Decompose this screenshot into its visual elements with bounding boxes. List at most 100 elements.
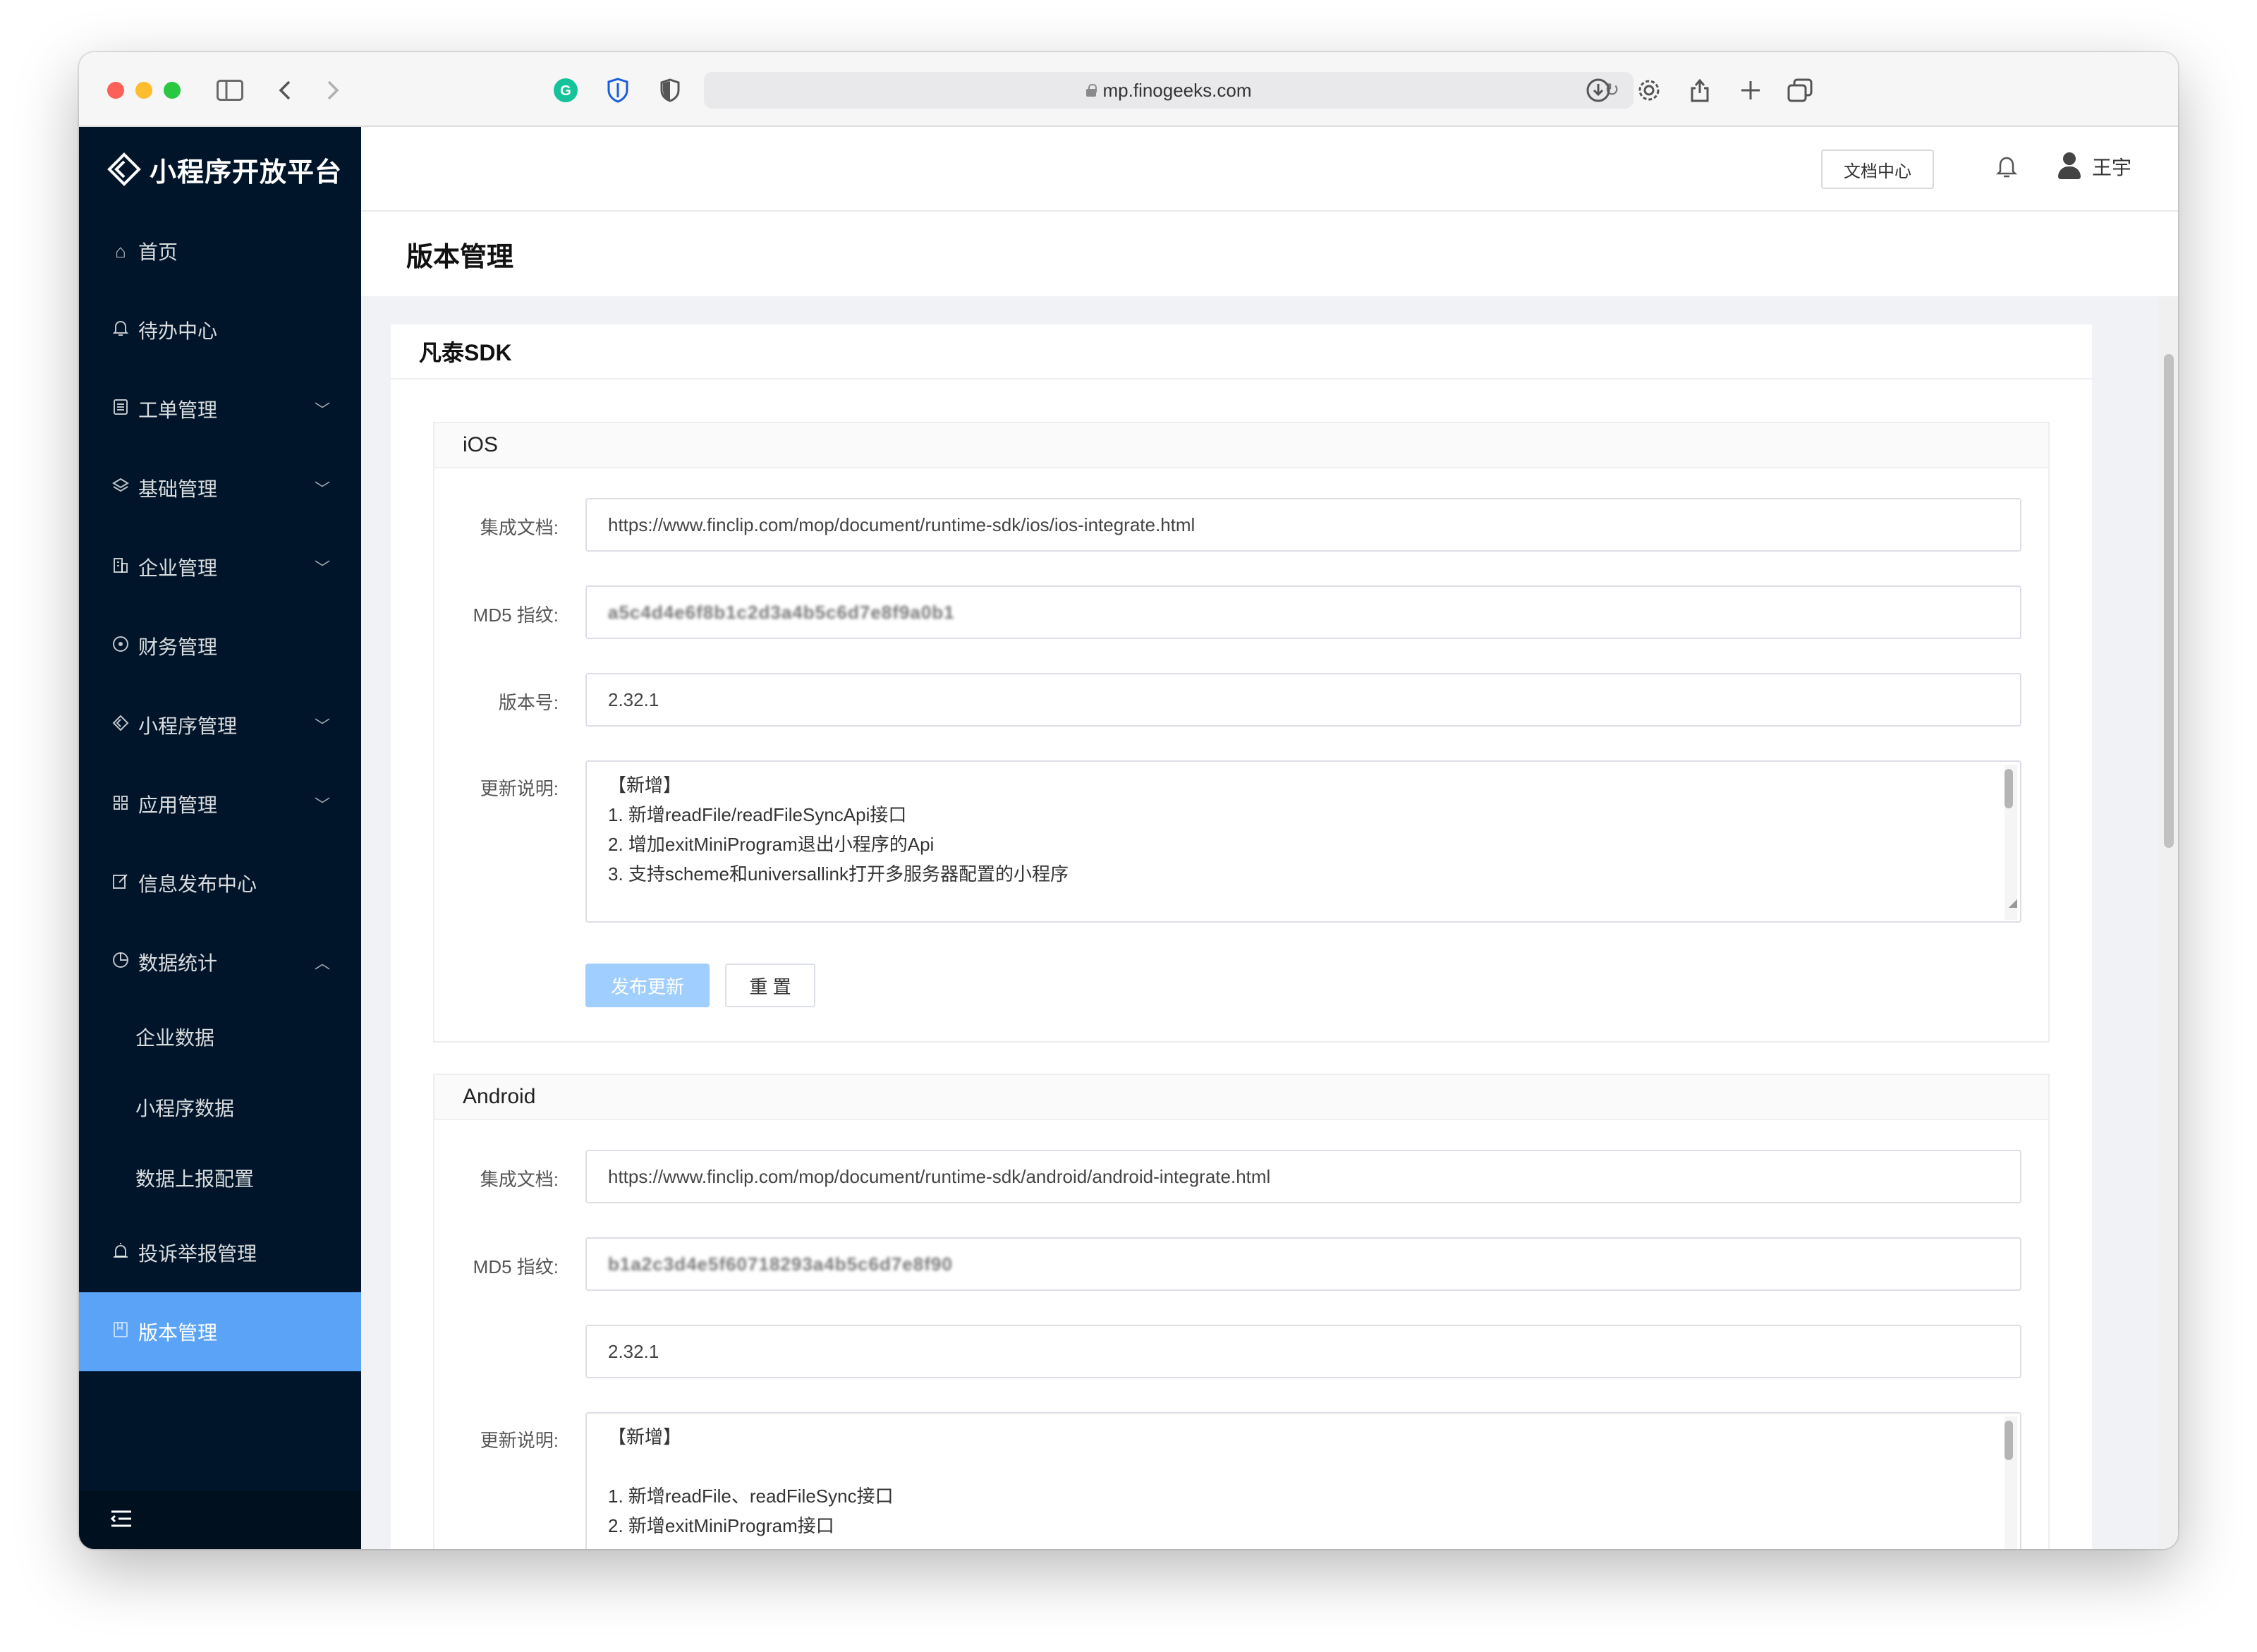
privacy-shield-icon[interactable]: [656, 76, 684, 104]
sidebar-item-miniprogram[interactable]: 小程序管理 ﹀: [79, 686, 361, 765]
sidebar-item-home[interactable]: ⌂ 首页: [79, 212, 361, 291]
sidebar-item-complaints[interactable]: 投诉举报管理: [79, 1213, 361, 1292]
back-icon[interactable]: [271, 76, 299, 104]
app-title: 小程序开放平台: [150, 157, 343, 188]
sidebar-item-label: 小程序管理: [138, 715, 238, 737]
ios-panel: iOS 集成文档: https://www.finclip.com/mop/do…: [433, 422, 2050, 1043]
sidebar-item-versions[interactable]: 版本管理: [79, 1292, 361, 1371]
page-title-bar: 版本管理: [361, 212, 2178, 296]
clipboard-icon: [110, 399, 131, 420]
ios-notes-textarea[interactable]: 【新增】 1. 新增readFile/readFileSyncApi接口 2. …: [585, 760, 2021, 923]
sidebar-item-label: 信息发布中心: [138, 873, 257, 895]
main-content: 凡泰SDK iOS 集成文档: https://www.finclip.com/…: [361, 296, 2178, 1549]
diamond-icon: [110, 715, 131, 736]
android-version-value: 2.32.1: [608, 1340, 659, 1362]
sidebar-item-label: 企业管理: [138, 557, 218, 579]
page-scrollbar-thumb[interactable]: [2164, 354, 2174, 848]
tab-overview-icon[interactable]: [1786, 76, 1814, 104]
download-icon[interactable]: [1584, 76, 1612, 104]
grammarly-icon[interactable]: G: [552, 76, 580, 104]
minimize-window-button[interactable]: [135, 82, 152, 99]
chevron-down-icon: ﹀: [314, 559, 330, 577]
sidebar-subitem-report-config[interactable]: 数据上报配置: [79, 1143, 361, 1213]
lock-icon: [1085, 84, 1097, 97]
android-notes-textarea[interactable]: 【新增】 1. 新增readFile、readFileSync接口 2. 新增e…: [585, 1412, 2021, 1549]
ios-version-value: 2.32.1: [608, 688, 659, 710]
ios-version-input[interactable]: 2.32.1: [585, 673, 2021, 727]
sidebar-item-tickets[interactable]: 工单管理 ﹀: [79, 370, 361, 449]
notes-line: 【新增】: [608, 775, 682, 796]
alarm-icon: [110, 1242, 131, 1264]
sidebar-item-label: 应用管理: [138, 794, 218, 816]
close-window-button[interactable]: [107, 82, 124, 99]
sidebar-item-label: 版本管理: [138, 1322, 218, 1344]
app-logo[interactable]: 小程序开放平台: [79, 127, 361, 212]
sidebar-item-statistics[interactable]: 数据统计 ︿: [79, 923, 361, 1002]
md5-label: MD5 指纹:: [473, 605, 559, 626]
zoom-window-button[interactable]: [164, 82, 181, 99]
sidebar-item-enterprise[interactable]: 企业管理 ﹀: [79, 528, 361, 607]
address-bar[interactable]: mp.finogeeks.com ↻: [704, 72, 1634, 109]
coin-icon: [110, 636, 131, 657]
sidebar-item-basic[interactable]: 基础管理 ﹀: [79, 449, 361, 528]
collapse-sidebar-button[interactable]: [79, 1491, 361, 1549]
notes-label: 更新说明:: [480, 1430, 559, 1451]
sidebar-item-apps[interactable]: 应用管理 ﹀: [79, 765, 361, 844]
sidebar-item-label: 工单管理: [138, 399, 218, 421]
sidebar-subitem-miniprogram-data[interactable]: 小程序数据: [79, 1072, 361, 1143]
sidebar-item-label: 基础管理: [138, 478, 218, 500]
publish-update-button[interactable]: 发布更新: [585, 964, 710, 1007]
sidebar: 小程序开放平台 ⌂ 首页 待办中心 工单管理 ﹀ 基础管理 ﹀ 企业管理 ﹀ 财…: [79, 127, 361, 1549]
bitwarden-shield-icon[interactable]: [604, 76, 632, 104]
sidebar-item-label: 首页: [138, 241, 178, 263]
user-icon: [2057, 152, 2082, 181]
notes-line: 2. 新增exitMiniProgram接口: [608, 1515, 834, 1536]
textarea-scrollbar[interactable]: [2004, 1416, 2017, 1549]
gear-icon[interactable]: [1635, 76, 1663, 104]
ios-doc-url-value: https://www.finclip.com/mop/document/run…: [608, 514, 1196, 535]
sidebar-item-todo[interactable]: 待办中心: [79, 291, 361, 370]
android-section-title: Android: [434, 1075, 2048, 1120]
share-icon[interactable]: [1686, 76, 1714, 104]
chevron-up-icon: ︿: [314, 954, 330, 972]
ios-md5-input[interactable]: a5c4d4e6f8b1c2d3a4b5c6d7e8f9a0b1: [585, 585, 2021, 639]
chevron-down-icon: ﹀: [314, 480, 330, 498]
notes-line: 【新增】: [608, 1426, 682, 1447]
bell-icon: [110, 320, 131, 341]
sidebar-toggle-icon[interactable]: [216, 76, 244, 104]
chevron-down-icon: ﹀: [314, 401, 330, 419]
building-icon: [110, 557, 131, 578]
sidebar-item-finance[interactable]: 财务管理: [79, 607, 361, 686]
notes-line: 1. 新增readFile、readFileSync接口: [608, 1486, 894, 1507]
resize-handle-icon[interactable]: ◢: [2009, 889, 2017, 918]
new-tab-icon[interactable]: [1736, 76, 1765, 104]
browser-window: G mp.finogeeks.com ↻ 小程序开放平台 ⌂ 首页 待办中心 工…: [79, 52, 2178, 1549]
android-doc-url-input[interactable]: https://www.finclip.com/mop/document/run…: [585, 1150, 2021, 1203]
notes-line: 2. 增加exitMiniProgram退出小程序的Api: [608, 834, 935, 855]
version-label: 版本号:: [498, 692, 559, 713]
sidebar-item-label: 财务管理: [138, 636, 218, 658]
url-text: mp.finogeeks.com: [1102, 79, 1252, 101]
reset-button[interactable]: 重 置: [725, 964, 815, 1007]
menu-fold-icon: [110, 1507, 133, 1533]
ios-doc-url-input[interactable]: https://www.finclip.com/mop/document/run…: [585, 498, 2021, 552]
notes-label: 更新说明:: [480, 778, 559, 799]
doc-center-button[interactable]: 文档中心: [1821, 150, 1934, 189]
grid-icon: [110, 794, 131, 815]
forward-icon[interactable]: [319, 76, 347, 104]
bookmark-icon: [110, 1321, 131, 1343]
sidebar-item-label: 投诉举报管理: [138, 1243, 257, 1265]
sidebar-item-publish[interactable]: 信息发布中心: [79, 844, 361, 923]
sidebar-item-label: 待办中心: [138, 320, 218, 342]
android-version-input[interactable]: 2.32.1: [585, 1325, 2021, 1378]
edit-icon: [110, 873, 131, 894]
sidebar-subitem-enterprise-data[interactable]: 企业数据: [79, 1002, 361, 1072]
page-scrollbar[interactable]: [2158, 296, 2178, 1549]
android-md5-input[interactable]: b1a2c3d4e5f60718293a4b5c6d7e8f90: [585, 1237, 2021, 1291]
card-title: 凡泰SDK: [391, 324, 2092, 379]
android-doc-url-value: https://www.finclip.com/mop/document/run…: [608, 1165, 1271, 1187]
doc-label: 集成文档:: [480, 1169, 559, 1190]
notification-bell-icon[interactable]: [1995, 155, 2018, 183]
user-menu[interactable]: 王宇: [2057, 152, 2131, 181]
chevron-down-icon: ﹀: [314, 796, 330, 814]
